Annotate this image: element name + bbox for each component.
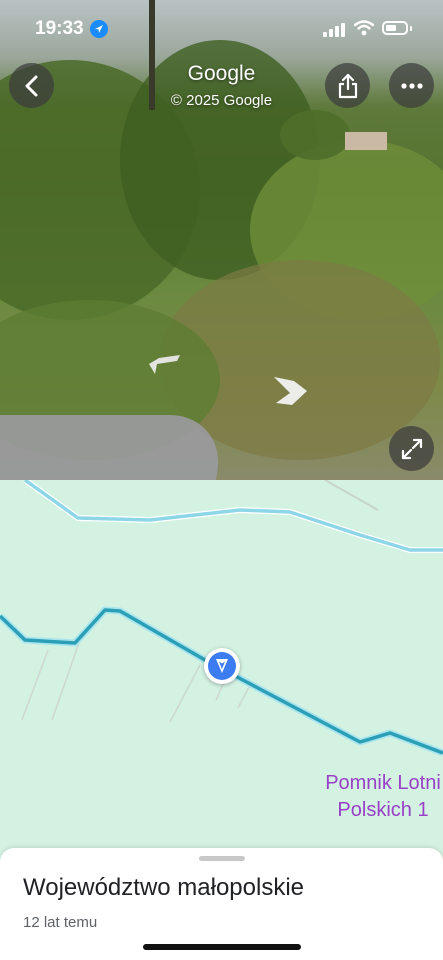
status-bar: 19:33 xyxy=(0,0,443,60)
location-title: Województwo małopolskie xyxy=(23,874,305,901)
more-options-button[interactable] xyxy=(389,63,434,108)
location-arrow-icon xyxy=(216,659,228,673)
current-location-marker[interactable] xyxy=(204,648,240,684)
distant-house xyxy=(345,132,387,150)
navigation-arrow-right-icon[interactable] xyxy=(272,375,308,407)
cellular-signal-icon xyxy=(323,23,345,37)
poi-label-line1: Pomnik Lotni xyxy=(325,772,441,794)
page-title: Google xyxy=(187,62,256,85)
more-horizontal-icon xyxy=(400,82,423,89)
copyright-text: © 2025 Google xyxy=(170,92,273,109)
share-button[interactable] xyxy=(325,63,370,108)
poi-label[interactable]: Pomnik Lotni Polskich 1 xyxy=(313,770,443,824)
wifi-icon xyxy=(354,20,374,36)
battery-cap xyxy=(410,26,412,31)
navigation-arrow-left-icon[interactable] xyxy=(147,352,181,376)
expand-icon xyxy=(401,438,422,459)
status-time: 19:33 xyxy=(35,18,84,39)
battery-icon xyxy=(382,21,408,35)
expand-button[interactable] xyxy=(389,426,434,471)
poi-label-line2: Polskich 1 xyxy=(337,799,429,821)
road-surface xyxy=(0,415,230,480)
sheet-drag-handle[interactable] xyxy=(199,856,245,861)
share-icon xyxy=(338,73,357,98)
location-services-icon xyxy=(90,20,108,38)
capture-date: 12 lat temu xyxy=(23,914,98,931)
home-indicator[interactable] xyxy=(143,944,301,950)
